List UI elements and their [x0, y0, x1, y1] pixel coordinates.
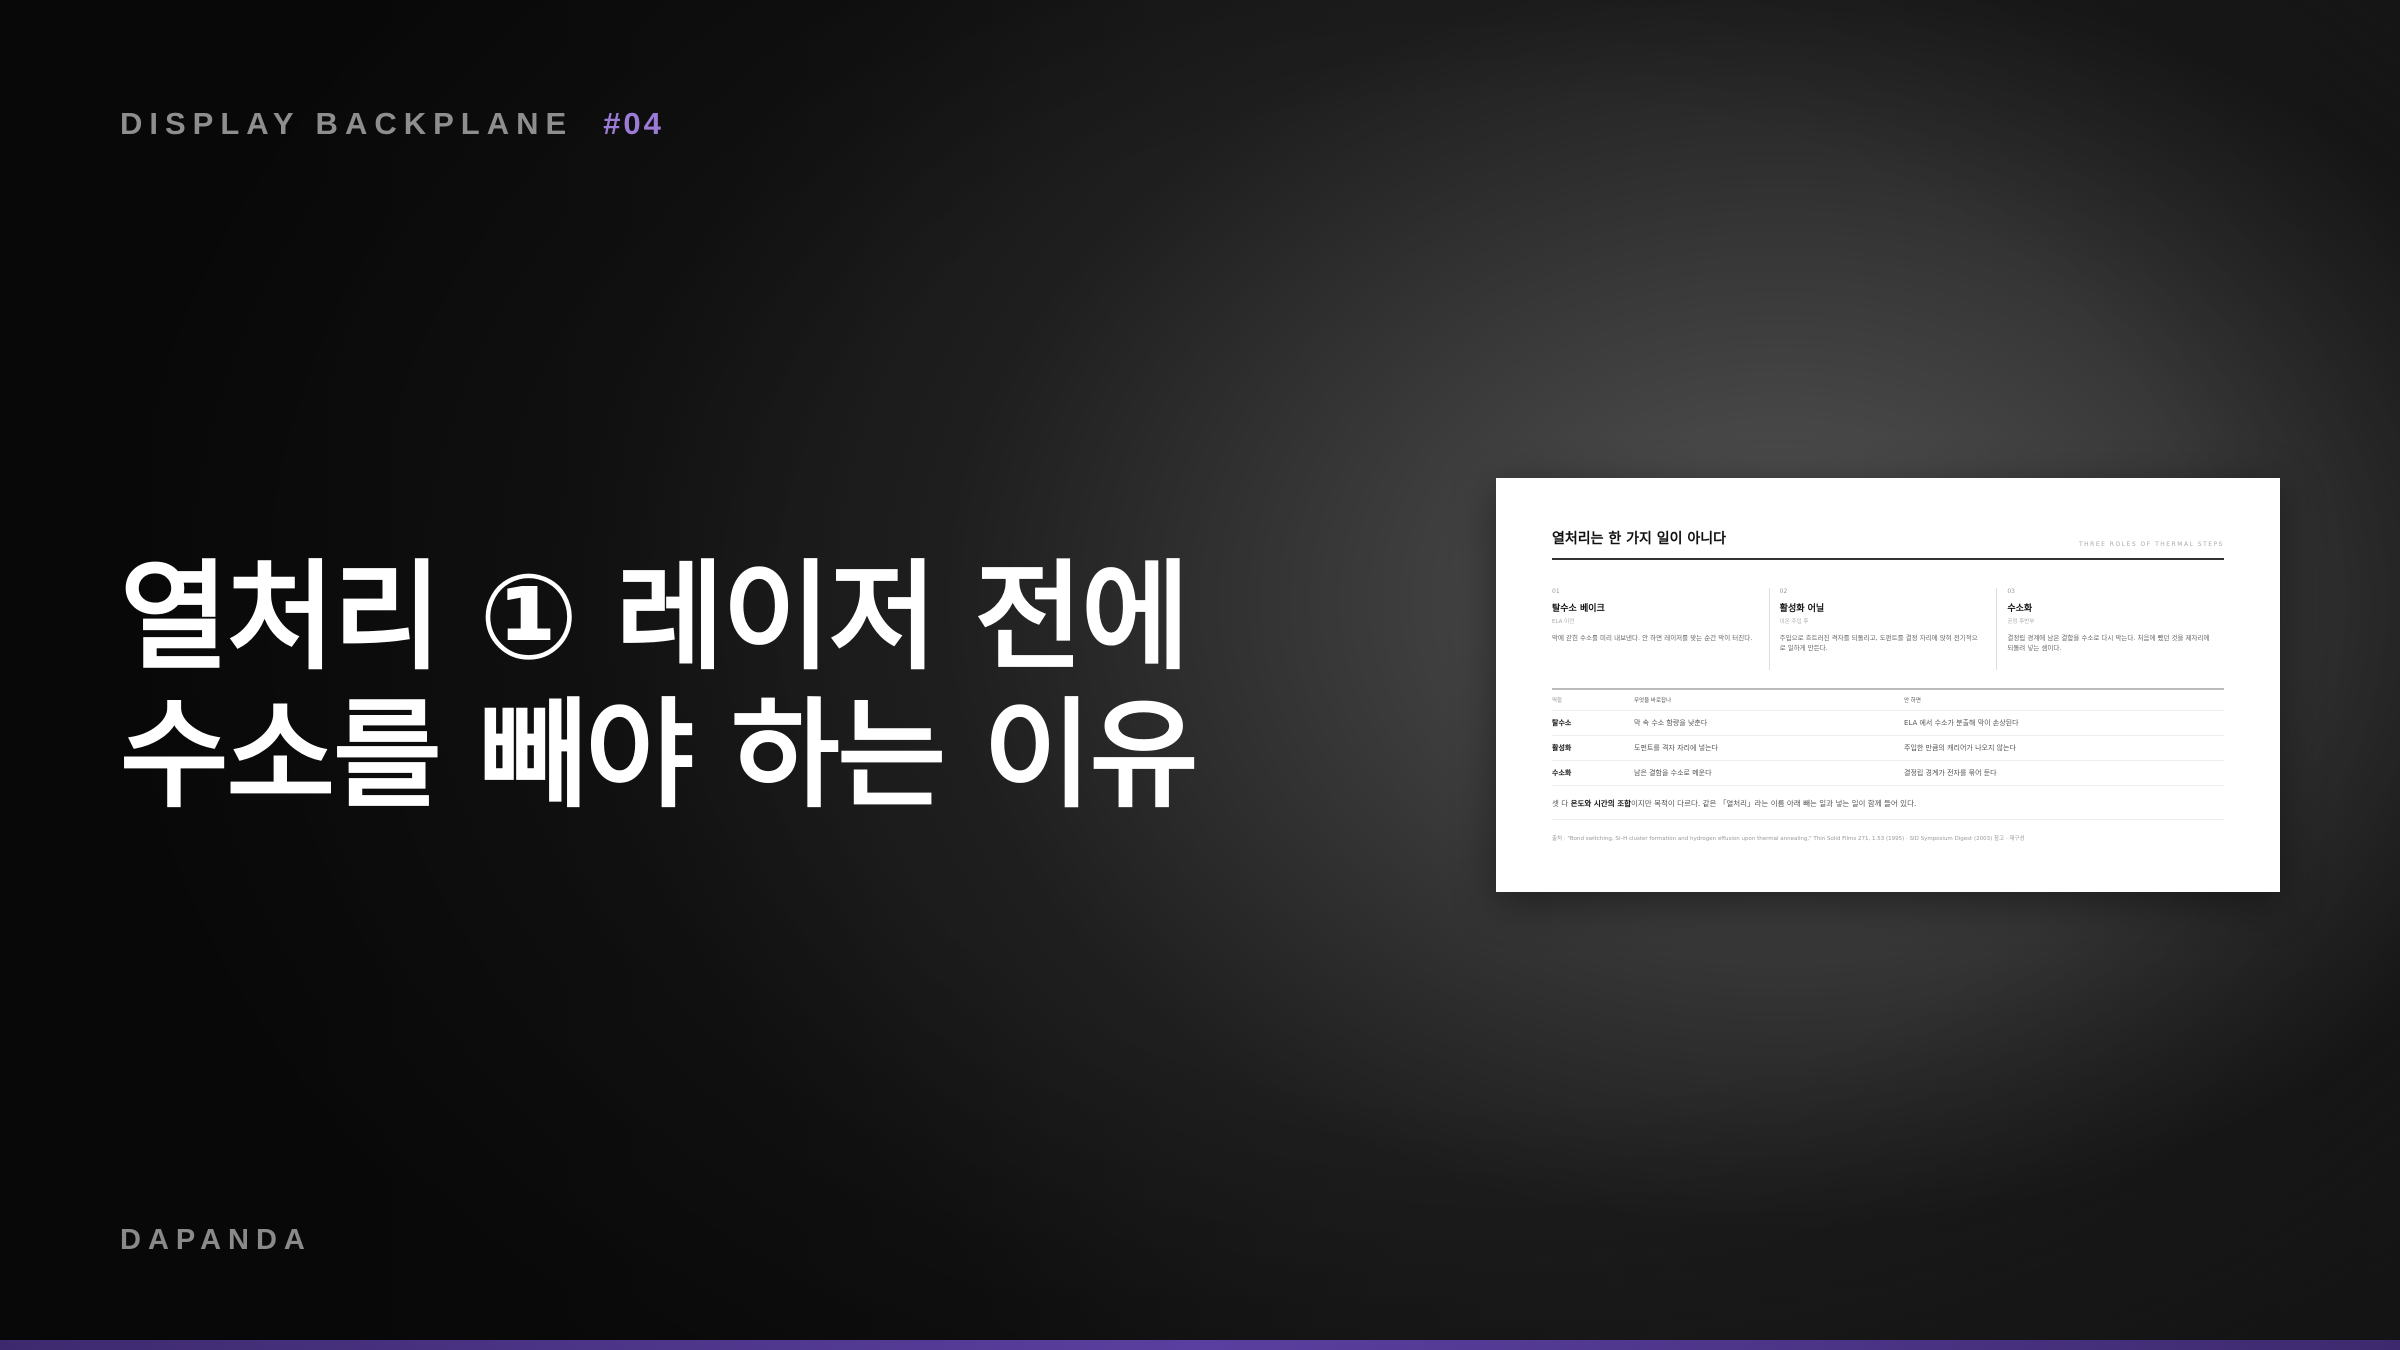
bottom-accent-strip [0, 1340, 2400, 1350]
table-cell: 활성화 [1552, 744, 1572, 752]
table-cell: 남은 결함을 수소로 메운다 [1634, 769, 1712, 777]
card-summary: 셋 다 온도와 시간의 조합이지만 목적이 다르다. 같은 「열처리」라는 이름… [1552, 798, 2224, 820]
role-description: 막에 갇힌 수소를 미리 내보낸다. 안 하면 레이저를 맞는 순간 막이 터진… [1552, 634, 1753, 642]
preview-card: 열처리는 한 가지 일이 아니다 THREE ROLES OF THERMAL … [1496, 478, 2280, 892]
role-column: 03 수소화 공정 후반부 결정립 경계에 남은 결함을 수소로 다시 막는다.… [1997, 588, 2224, 670]
card-title: 열처리는 한 가지 일이 아니다 [1552, 531, 1727, 547]
role-columns: 01 탈수소 베이크 ELA 이전 막에 갇힌 수소를 미리 내보낸다. 안 하… [1552, 588, 2224, 670]
section-number: #04 [603, 106, 664, 141]
role-name: 수소화 [2007, 604, 2033, 614]
role-column: 02 활성화 어닐 이온 주입 후 주입으로 흐트러진 격자를 되돌리고, 도펀… [1770, 588, 1998, 670]
table-cell: 막 속 수소 함량을 낮춘다 [1634, 719, 1708, 727]
summary-post: 이지만 목적이 다르다. 같은 「열처리」라는 이름 아래 빼는 일과 넣는 일… [1631, 799, 1917, 808]
table-header-cell: 무엇을 바로잡나 [1634, 698, 1672, 704]
role-column: 01 탈수소 베이크 ELA 이전 막에 갇힌 수소를 미리 내보낸다. 안 하… [1552, 588, 1770, 670]
slide-title-line-1: 열처리 ① 레이저 전에 [120, 548, 1190, 686]
table-cell: 결정립 경계가 전자를 묶어 둔다 [1904, 769, 1997, 777]
summary-emphasis: 온도와 시간의 조합 [1570, 799, 1631, 808]
table-cell: 수소화 [1552, 769, 1572, 777]
card-header: 열처리는 한 가지 일이 아니다 THREE ROLES OF THERMAL … [1552, 528, 2224, 560]
role-sub: ELA 이전 [1552, 619, 1575, 625]
role-number: 02 [1779, 588, 1788, 595]
card-source: 출처 · "Bond switching, Si–H cluster forma… [1552, 836, 2025, 842]
role-name: 탈수소 베이크 [1552, 604, 1605, 614]
role-description: 결정립 경계에 남은 결함을 수소로 다시 막는다. 처음에 뺐던 것을 제자리… [2007, 634, 2210, 652]
table-cell: 주입한 만큼의 캐리어가 나오지 않는다 [1904, 744, 2016, 752]
role-number: 01 [1552, 588, 1560, 595]
table-header-row: 역할 무엇을 바로잡나 안 하면 [1552, 690, 2224, 711]
table-header-cell: 역할 [1552, 698, 1563, 704]
table-cell: ELA 에서 수소가 분출해 막이 손상된다 [1904, 719, 2019, 727]
role-sub: 이온 주입 후 [1779, 619, 1809, 625]
role-name: 활성화 어닐 [1779, 604, 1825, 614]
card-tag: THREE ROLES OF THERMAL STEPS [2078, 541, 2224, 548]
table-row: 탈수소 막 속 수소 함량을 낮춘다 ELA 에서 수소가 분출해 막이 손상된… [1552, 711, 2224, 736]
summary-pre: 셋 다 [1552, 799, 1571, 808]
table-cell: 탈수소 [1552, 719, 1572, 727]
table-cell: 도펀트를 격자 자리에 넣는다 [1634, 744, 1718, 752]
comparison-table: 역할 무엇을 바로잡나 안 하면 탈수소 막 속 수소 함량을 낮춘다 ELA … [1552, 688, 2224, 786]
slide-title-line-2: 수소를 빼야 하는 이유 [120, 686, 1198, 824]
role-sub: 공정 후반부 [2007, 619, 2035, 625]
brand-logo: DAPANDA [120, 1224, 312, 1256]
slide-title: 열처리 ① 레이저 전에 수소를 빼야 하는 이유 [120, 548, 1198, 824]
section-label: DISPLAY BACKPLANE [120, 106, 574, 141]
table-header-cell: 안 하면 [1904, 698, 1921, 704]
role-description: 주입으로 흐트러진 격자를 되돌리고, 도펀트를 결정 자리에 앉혀 전기적으로… [1779, 634, 1978, 652]
table-row: 활성화 도펀트를 격자 자리에 넣는다 주입한 만큼의 캐리어가 나오지 않는다 [1552, 736, 2224, 761]
role-number: 03 [2007, 588, 2015, 595]
table-row: 수소화 남은 결함을 수소로 메운다 결정립 경계가 전자를 묶어 둔다 [1552, 761, 2224, 786]
section-header: DISPLAY BACKPLANE #04 [120, 106, 664, 142]
